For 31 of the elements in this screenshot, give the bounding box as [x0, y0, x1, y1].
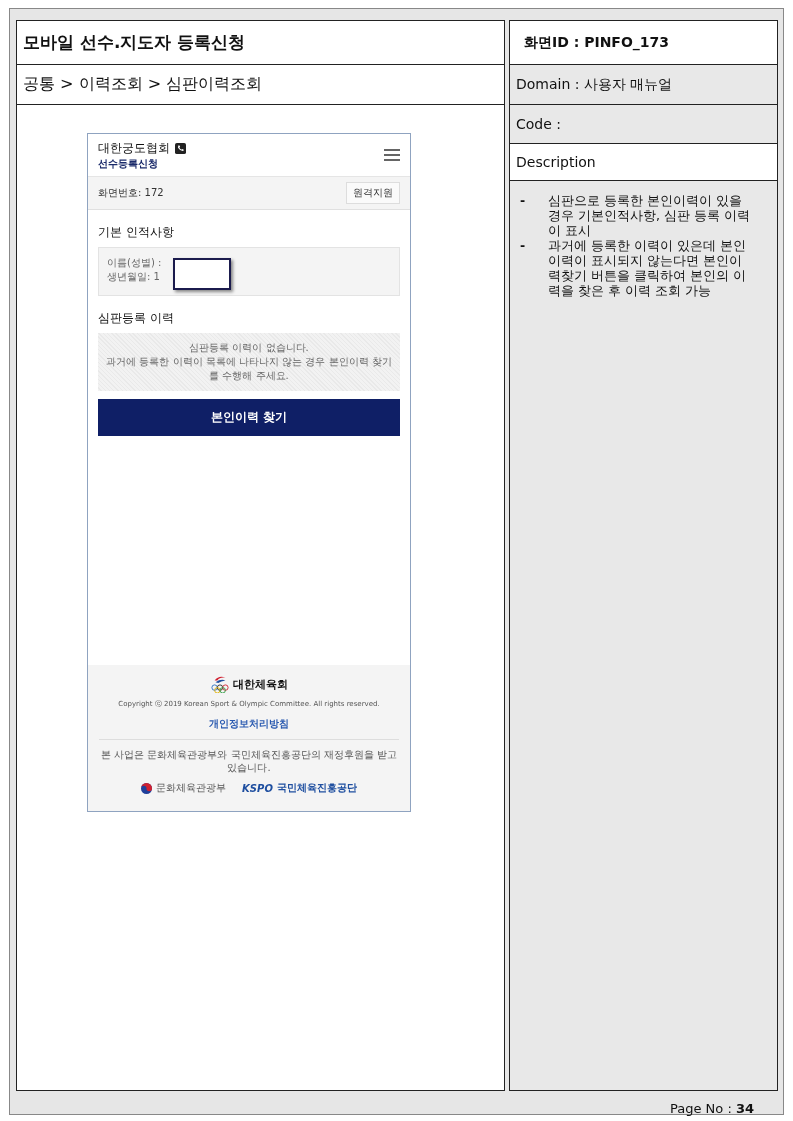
ministry-name: 문화체육관광부 [156, 781, 227, 795]
code-label: Code : [510, 105, 777, 144]
org-name: 대한궁도협회 [98, 139, 170, 157]
domain-label: Domain : 사용자 매뉴얼 [510, 65, 777, 105]
taegeuk-icon [141, 782, 153, 794]
section-title: 심판등록 이력 [98, 310, 175, 327]
sponsor-text: 본 사업은 문화체육관광부와 국민체육진흥공단의 재정후원을 받고 있습니다. [100, 748, 398, 774]
redaction-box [173, 258, 231, 290]
info-line: 생년월일: 1 [107, 270, 161, 284]
empty-message: 과거에 등록한 이력이 목록에 나타나지 않는 경우 본인이력 찾기를 수행해 주세요. [105, 355, 393, 383]
bullet-mark: - [519, 238, 527, 255]
privacy-policy-link[interactable]: 개인정보처리방침 [209, 717, 289, 731]
section-title: 기본 인적사항 [98, 224, 175, 241]
breadcrumb: 공통 > 이력조회 > 심판이력조회 [17, 65, 504, 105]
page-number: Page No : 34 [668, 1100, 755, 1116]
phone-icon[interactable] [175, 142, 186, 154]
document-title: 모바일 선수.지도자 등록신청 [17, 21, 504, 65]
find-history-button[interactable]: 본인이력 찾기 [98, 399, 400, 436]
description-text: 심판으로 등록한 본인이력이 있을 경우 기본인적사항, 심판 등록 이력이 표시 [548, 193, 751, 238]
remote-support-button[interactable]: 원격지원 [346, 182, 400, 204]
bullet-mark: - [519, 193, 527, 210]
page-subtitle: 선수등록신청 [98, 156, 159, 171]
menu-icon[interactable] [384, 149, 400, 161]
kspo-name: 국민체육진흥공단 [276, 781, 357, 795]
kspo-logo-text: KSPO [242, 782, 273, 794]
screen-number: 화면번호: 172 [98, 186, 164, 200]
rings-logo-icon [210, 675, 230, 693]
info-line: 이름(성별) : [107, 256, 163, 270]
logo-text: 대한체육회 [233, 676, 288, 692]
description-text: 과거에 등록한 이력이 있은데 본인이력이 표시되지 않는다면 본인이력찾기 버튼을 클릭하여 본인의 이력을 찾은 후 이력 조회 가능 [548, 238, 747, 298]
empty-message: 심판등록 이력이 없습니다. [188, 341, 310, 355]
